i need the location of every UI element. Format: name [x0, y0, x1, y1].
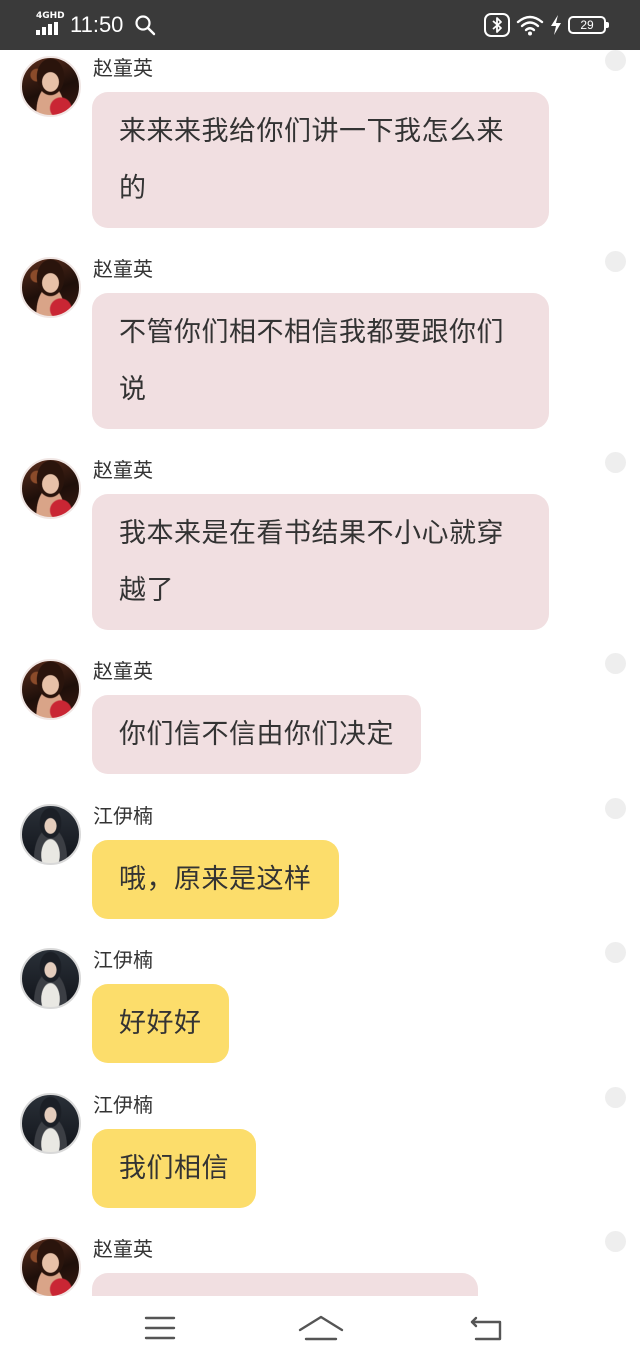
select-dot[interactable] [605, 251, 626, 272]
sender-name: 赵童英 [93, 56, 153, 80]
sender-name: 江伊楠 [93, 1093, 153, 1117]
select-dot[interactable] [605, 1231, 626, 1252]
search-icon [135, 15, 156, 36]
message-bubble[interactable]: 你们信不信由你们决定 [92, 695, 421, 774]
message-bubble[interactable] [92, 1273, 478, 1296]
status-icons: 29 [484, 12, 609, 38]
message-bubble[interactable]: 好好好 [92, 984, 229, 1063]
charging-icon [551, 15, 561, 35]
bluetooth-icon [484, 13, 510, 37]
battery-level: 29 [580, 18, 594, 32]
avatar[interactable] [20, 948, 81, 1009]
message-bubble[interactable]: 来来来我给你们讲一下我怎么来的 [92, 92, 549, 228]
network-indicator: 4GHD [36, 11, 65, 37]
sender-name: 赵童英 [93, 1237, 153, 1261]
back-icon[interactable] [470, 1314, 504, 1342]
clock: 11:50 [70, 12, 124, 37]
message-bubble[interactable]: 哦，原来是这样 [92, 840, 339, 919]
navigation-bar [0, 1296, 640, 1372]
status-bar: 4GHD 11:50 29 [0, 0, 640, 50]
sender-name: 江伊楠 [93, 804, 153, 828]
avatar[interactable] [20, 257, 81, 318]
message-bubble[interactable]: 我们相信 [92, 1129, 256, 1208]
sender-name: 江伊楠 [93, 948, 153, 972]
avatar[interactable] [20, 458, 81, 519]
wifi-icon [516, 15, 544, 36]
avatar[interactable] [20, 1237, 81, 1296]
avatar[interactable] [20, 1093, 81, 1154]
select-dot[interactable] [605, 1087, 626, 1108]
message-bubble[interactable]: 不管你们相不相信我都要跟你们说 [92, 293, 549, 429]
message-bubble[interactable]: 我本来是在看书结果不小心就穿越了 [92, 494, 549, 630]
home-icon[interactable] [298, 1314, 344, 1342]
sender-name: 赵童英 [93, 458, 153, 482]
avatar[interactable] [20, 56, 81, 117]
chat-list[interactable]: 赵童英 来来来我给你们讲一下我怎么来的 赵童英 不管你们相不相信我都要跟你们说 … [0, 50, 640, 1296]
select-dot[interactable] [605, 798, 626, 819]
battery-icon: 29 [568, 16, 609, 34]
sender-name: 赵童英 [93, 257, 153, 281]
select-dot[interactable] [605, 653, 626, 674]
signal-icon [36, 22, 58, 35]
select-dot[interactable] [605, 50, 626, 71]
sender-name: 赵童英 [93, 659, 153, 683]
avatar[interactable] [20, 804, 81, 865]
select-dot[interactable] [605, 452, 626, 473]
avatar[interactable] [20, 659, 81, 720]
network-type-label: 4GHD [36, 11, 65, 21]
select-dot[interactable] [605, 942, 626, 963]
menu-icon[interactable] [144, 1314, 176, 1342]
